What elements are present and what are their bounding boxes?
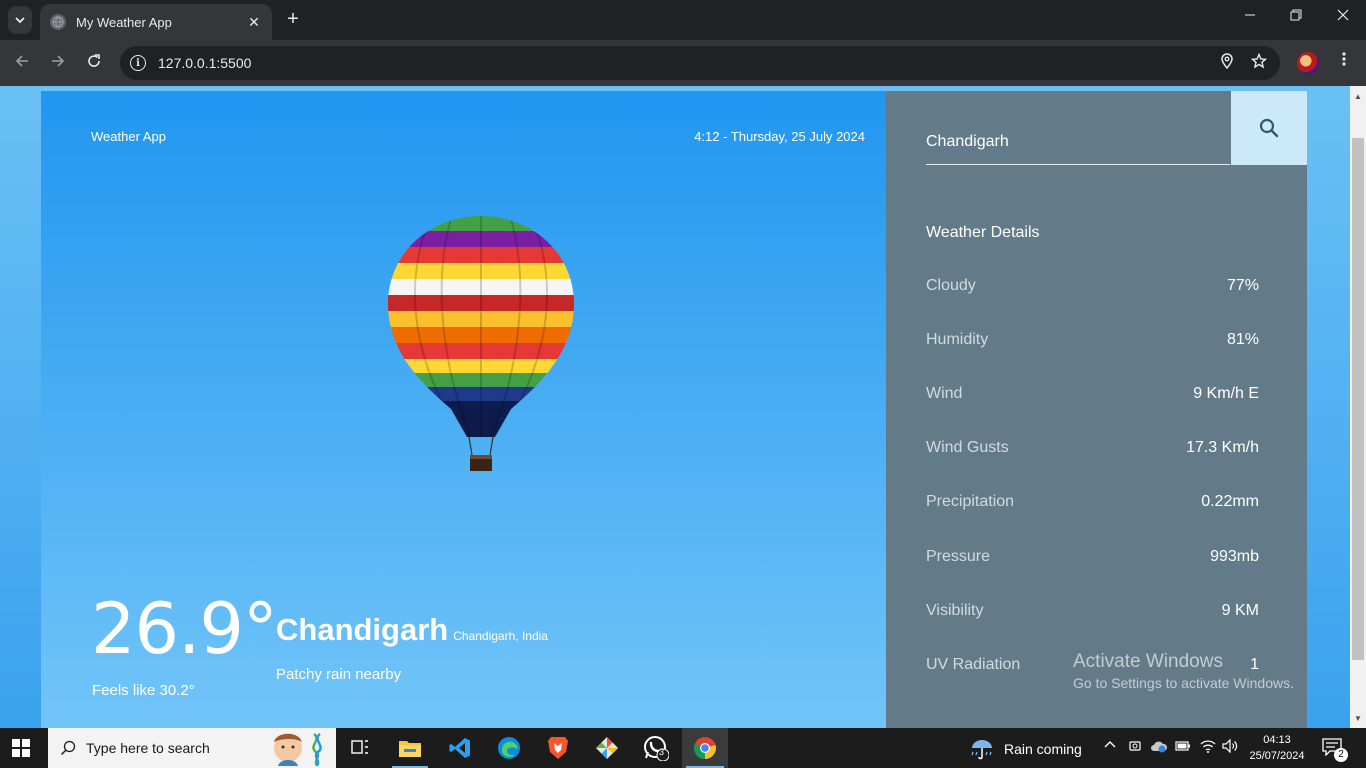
feels-like: Feels like 30.2°: [92, 682, 195, 699]
detail-label: Cloudy: [926, 277, 976, 294]
more-options-icon[interactable]: [1334, 50, 1354, 73]
detail-value: 9 KM: [1221, 602, 1259, 619]
browser-tab[interactable]: My Weather App ✕: [40, 4, 272, 40]
profile-avatar[interactable]: [1297, 52, 1319, 74]
browser-tab-bar: My Weather App ✕ +: [0, 0, 1366, 40]
weather-details-panel: Weather Details Cloudy 77% Humidity 81% …: [886, 91, 1307, 728]
weather-condition: Patchy rain nearby: [276, 666, 402, 683]
globe-icon: [50, 14, 66, 30]
restore-icon[interactable]: [1286, 8, 1306, 25]
battery-icon[interactable]: [1174, 739, 1192, 754]
detail-label: Precipitation: [926, 493, 1015, 510]
brave-browser-icon[interactable]: [544, 734, 572, 762]
reload-icon[interactable]: [83, 52, 105, 74]
taskbar-search-box[interactable]: Type here to search: [48, 728, 336, 768]
detail-label: Visibility: [926, 602, 984, 619]
details-heading: Weather Details: [926, 224, 1040, 241]
weather-status-text: Rain coming: [1004, 741, 1082, 757]
detail-row-cloudy: Cloudy 77%: [926, 277, 1259, 295]
notification-count-badge: 2: [1334, 748, 1348, 762]
city-name: Chandigarh: [276, 612, 449, 647]
search-icon: [61, 740, 76, 755]
file-explorer-icon[interactable]: [396, 734, 424, 762]
page-scrollbar[interactable]: ▲ ▼: [1350, 86, 1366, 728]
watermark-subtitle: Go to Settings to activate Windows.: [1073, 675, 1294, 691]
detail-value: 81%: [1226, 331, 1259, 348]
chevron-down-icon: [15, 17, 25, 24]
hot-air-balloon-image: [388, 216, 574, 471]
forward-arrow-icon[interactable]: [47, 52, 69, 74]
scroll-thumb[interactable]: [1352, 138, 1364, 660]
clock-time: 04:13: [1263, 734, 1291, 746]
taskbar-search-placeholder: Type here to search: [86, 740, 210, 756]
detail-row-humidity: Humidity 81%: [926, 331, 1259, 349]
activate-windows-watermark: Activate Windows Go to Settings to activ…: [1073, 651, 1294, 691]
search-button[interactable]: [1231, 91, 1307, 165]
git-icon[interactable]: [593, 734, 621, 762]
app-brand: Weather App: [91, 129, 166, 144]
detail-value: 17.3 Km/h: [1186, 439, 1259, 456]
watermark-title: Activate Windows: [1073, 651, 1223, 672]
whatsapp-badge: 3: [659, 747, 665, 757]
detail-label: Pressure: [926, 548, 991, 565]
whatsapp-icon[interactable]: 3: [642, 734, 670, 762]
scroll-up-arrow-icon[interactable]: ▲: [1350, 88, 1366, 104]
weather-hero-panel: Weather App 4:12 - Thursday, 25 July 202…: [41, 91, 886, 728]
detail-value: 77%: [1226, 277, 1259, 294]
page-viewport: Weather App 4:12 - Thursday, 25 July 202…: [0, 86, 1350, 728]
address-bar[interactable]: i 127.0.0.1:5500: [120, 46, 1280, 80]
rain-umbrella-icon: [971, 740, 992, 760]
detail-row-visibility: Visibility 9 KM: [926, 602, 1259, 620]
city-search-input[interactable]: [926, 119, 1230, 165]
edge-browser-icon[interactable]: [495, 734, 523, 762]
detail-row-precipitation: Precipitation 0.22mm: [926, 493, 1259, 511]
current-temperature: 26.9°: [91, 588, 278, 670]
search-highlight-illustration-icon: [274, 733, 322, 766]
detail-row-wind-gusts: Wind Gusts 17.3 Km/h: [926, 439, 1259, 457]
site-info-icon[interactable]: i: [130, 55, 146, 71]
tab-search-button[interactable]: [8, 6, 32, 34]
minimize-icon[interactable]: [1240, 8, 1260, 25]
location-block: Chandigarh Chandigarh, India: [276, 612, 548, 648]
detail-row-pressure: Pressure 993mb: [926, 548, 1259, 566]
taskbar-clock[interactable]: 04:13 25/07/2024: [1246, 732, 1308, 764]
taskbar-weather-widget[interactable]: Rain coming: [970, 738, 1082, 760]
chrome-browser-icon[interactable]: [691, 734, 719, 762]
wifi-icon[interactable]: [1199, 739, 1217, 756]
bookmark-star-icon[interactable]: [1248, 52, 1270, 74]
windows-start-icon[interactable]: [12, 739, 30, 757]
browser-toolbar: i 127.0.0.1:5500: [0, 40, 1366, 86]
scroll-down-arrow-icon[interactable]: ▼: [1350, 710, 1366, 726]
new-tab-button[interactable]: +: [283, 8, 303, 31]
detail-value: 9 Km/h E: [1193, 385, 1259, 402]
detail-value: 0.22mm: [1201, 493, 1259, 510]
clock-date: 25/07/2024: [1249, 750, 1305, 762]
detail-label: Wind: [926, 385, 963, 402]
meet-now-icon[interactable]: [1126, 739, 1144, 756]
region-name: Chandigarh, India: [453, 629, 548, 643]
vscode-icon[interactable]: [446, 734, 474, 762]
chevron-up-icon[interactable]: [1101, 739, 1119, 754]
notification-center-button[interactable]: 2: [1322, 738, 1348, 762]
detail-row-wind: Wind 9 Km/h E: [926, 385, 1259, 403]
back-arrow-icon[interactable]: [11, 52, 33, 74]
close-tab-icon[interactable]: ✕: [246, 14, 262, 31]
detail-label: Humidity: [926, 331, 989, 348]
detail-label: Wind Gusts: [926, 439, 1009, 456]
url-text[interactable]: 127.0.0.1:5500: [158, 55, 1216, 71]
date-time: 4:12 - Thursday, 25 July 2024: [694, 129, 865, 144]
windows-taskbar: Type here to search 3 Rain coming 04:13 …: [0, 728, 1366, 768]
location-pin-icon[interactable]: [1216, 52, 1238, 74]
close-window-icon[interactable]: [1333, 8, 1353, 25]
onedrive-cloud-icon[interactable]: [1150, 739, 1168, 756]
search-icon: [1259, 118, 1279, 138]
volume-speaker-icon[interactable]: [1221, 738, 1239, 756]
detail-value: 993mb: [1210, 548, 1259, 565]
detail-label: UV Radiation: [926, 656, 1021, 673]
task-view-icon[interactable]: [346, 734, 374, 762]
tab-title: My Weather App: [76, 14, 172, 30]
